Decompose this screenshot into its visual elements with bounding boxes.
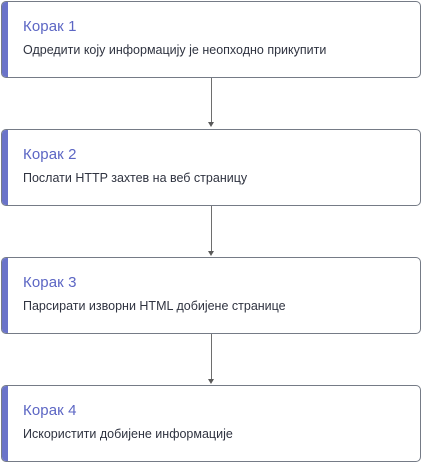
- connector-line: [211, 206, 212, 251]
- step-accent-bar: [2, 386, 8, 461]
- step-title: Корак 4: [23, 402, 77, 419]
- step-description: Парсирати изворни HTML добијене странице: [23, 299, 286, 313]
- flow-diagram: Корак 1 Одредити коју информацију је нео…: [0, 0, 425, 464]
- step-accent-bar: [2, 258, 8, 333]
- arrow-head-icon: [208, 122, 214, 127]
- step-card-2: Корак 2 Послати HTTP захтев на веб стран…: [1, 129, 421, 206]
- step-accent-bar: [2, 130, 8, 205]
- step-description: Послати HTTP захтев на веб страницу: [23, 171, 248, 185]
- step-description: Искористити добијене информације: [23, 427, 233, 441]
- step-title: Корак 1: [23, 18, 77, 35]
- connector-line: [211, 78, 212, 122]
- connector-line: [211, 334, 212, 379]
- step-accent-bar: [2, 2, 8, 77]
- step-description: Одредити коју информацију је неопходно п…: [23, 43, 327, 57]
- step-title: Корак 2: [23, 146, 77, 163]
- step-title: Корак 3: [23, 274, 77, 291]
- arrow-head-icon: [208, 251, 214, 256]
- step-card-1: Корак 1 Одредити коју информацију је нео…: [1, 1, 421, 78]
- step-card-4: Корак 4 Искористити добијене информације: [1, 385, 421, 462]
- arrow-head-icon: [208, 379, 214, 384]
- step-card-3: Корак 3 Парсирати изворни HTML добијене …: [1, 257, 421, 334]
